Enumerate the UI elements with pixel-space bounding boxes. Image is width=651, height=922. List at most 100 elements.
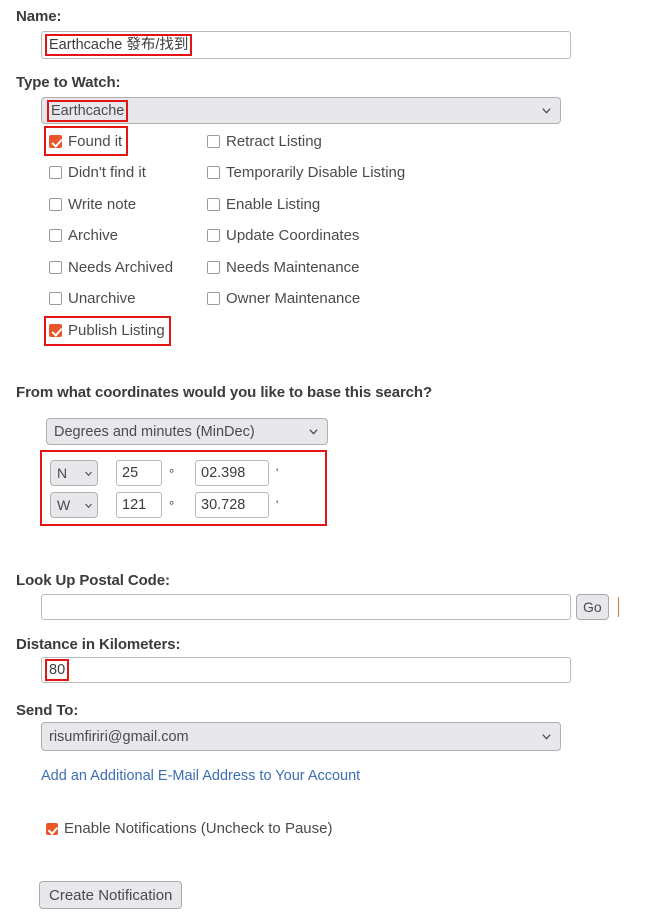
watch-option-row: Write note Enable Listing (0, 191, 651, 223)
checkbox-didnt-find-it[interactable]: Didn't find it (46, 160, 150, 186)
checkbox-enable-notifications-box[interactable] (46, 822, 58, 835)
coordinates-heading: From what coordinates would you like to … (16, 384, 433, 401)
send-to-select[interactable]: risumfiriri@gmail.com (41, 722, 561, 751)
create-notification-form: Name: Earthcache 發布/找到 Type to Watch: Ea… (0, 0, 651, 922)
checkbox-archive[interactable]: Archive (46, 223, 122, 249)
checkbox-update-coordinates[interactable]: Update Coordinates (204, 223, 363, 249)
chevron-down-icon (84, 501, 93, 510)
name-input-value: Earthcache 發布/找到 (45, 34, 193, 56)
watch-option-row: Didn't find it Temporarily Disable Listi… (0, 160, 651, 192)
longitude-minutes-value: 30.728 (201, 497, 246, 513)
checkbox-unarchive-label: Unarchive (68, 290, 136, 308)
distance-label: Distance in Kilometers: (16, 636, 181, 653)
checkbox-needs-maintenance[interactable]: Needs Maintenance (204, 254, 363, 280)
latitude-degrees-input[interactable]: 25 (116, 460, 162, 486)
checkbox-found-it[interactable]: Found it (43, 126, 129, 156)
minute-symbol: ' (276, 466, 279, 480)
chevron-down-icon (541, 105, 552, 116)
checkbox-retract-listing[interactable]: Retract Listing (204, 128, 326, 154)
name-label: Name: (16, 8, 62, 25)
checkbox-temporarily-disable-listing-label: Temporarily Disable Listing (226, 164, 406, 182)
checkbox-owner-maintenance-label: Owner Maintenance (226, 290, 361, 308)
name-input[interactable]: Earthcache 發布/找到 (41, 31, 571, 59)
checkbox-owner-maintenance[interactable]: Owner Maintenance (204, 286, 364, 312)
checkbox-archive-box[interactable] (49, 229, 62, 243)
checkbox-write-note[interactable]: Write note (46, 191, 140, 217)
checkbox-found-it-box[interactable] (49, 134, 62, 148)
checkbox-publish-listing-label: Publish Listing (68, 322, 165, 340)
latitude-direction-select[interactable]: N (50, 460, 98, 486)
postal-code-input[interactable] (41, 594, 571, 620)
longitude-direction-value: W (57, 497, 71, 513)
distance-value: 80 (45, 659, 70, 681)
checkbox-needs-archived[interactable]: Needs Archived (46, 254, 177, 280)
longitude-row: W 121 ° 30.728 ' (50, 489, 325, 521)
checkbox-temporarily-disable-listing-box[interactable] (207, 166, 220, 180)
watch-option-row: Archive Update Coordinates (0, 223, 651, 255)
checkbox-needs-maintenance-label: Needs Maintenance (226, 258, 360, 276)
checkbox-enable-notifications-label: Enable Notifications (Uncheck to Pause) (64, 820, 333, 837)
checkbox-didnt-find-it-label: Didn't find it (68, 164, 146, 182)
latitude-direction-value: N (57, 465, 68, 481)
checkbox-retract-listing-box[interactable] (207, 134, 220, 148)
add-additional-email-link[interactable]: Add an Additional E-Mail Address to Your… (41, 768, 360, 784)
longitude-minutes-input[interactable]: 30.728 (195, 492, 269, 518)
latitude-row: N 25 ° 02.398 ' (50, 457, 325, 489)
coordinate-entry-group: N 25 ° 02.398 ' W 121 ° 30.728 ' (40, 450, 327, 526)
checkbox-didnt-find-it-box[interactable] (49, 166, 62, 180)
degree-symbol: ° (169, 497, 175, 513)
postal-go-button[interactable]: Go (576, 594, 609, 620)
checkbox-write-note-box[interactable] (49, 197, 62, 211)
type-to-watch-select[interactable]: Earthcache (41, 97, 561, 124)
postal-code-label: Look Up Postal Code: (16, 572, 170, 589)
watch-options-grid: Found it Retract Listing Didn't find it … (0, 126, 651, 350)
watch-option-row: Found it Retract Listing (0, 126, 651, 160)
checkbox-unarchive-box[interactable] (49, 292, 62, 306)
degree-symbol: ° (169, 465, 175, 481)
watch-option-row: Needs Archived Needs Maintenance (0, 254, 651, 286)
checkbox-enable-notifications[interactable]: Enable Notifications (Uncheck to Pause) (46, 820, 332, 837)
minute-symbol: ' (276, 498, 279, 512)
latitude-degrees-value: 25 (122, 465, 139, 481)
checkbox-publish-listing[interactable]: Publish Listing (44, 315, 171, 346)
distance-input[interactable]: 80 (41, 657, 571, 683)
checkbox-needs-archived-label: Needs Archived (68, 258, 174, 276)
coordinate-format-value: Degrees and minutes (MinDec) (54, 423, 255, 440)
type-to-watch-section: Type to Watch: Earthcache (0, 74, 651, 124)
checkbox-update-coordinates-box[interactable] (207, 229, 220, 243)
longitude-degrees-input[interactable]: 121 (116, 492, 162, 518)
distance-section: 80 (0, 657, 571, 683)
chevron-down-icon (84, 469, 93, 478)
send-to-value: risumfiriri@gmail.com (49, 728, 189, 745)
checkbox-enable-listing[interactable]: Enable Listing (204, 191, 324, 217)
checkbox-needs-archived-box[interactable] (49, 260, 62, 274)
checkbox-enable-listing-box[interactable] (207, 197, 220, 211)
checkbox-temporarily-disable-listing[interactable]: Temporarily Disable Listing (204, 160, 409, 186)
checkbox-needs-maintenance-box[interactable] (207, 260, 220, 274)
checkbox-unarchive[interactable]: Unarchive (46, 286, 140, 312)
longitude-direction-select[interactable]: W (50, 492, 98, 518)
checkbox-write-note-label: Write note (68, 195, 137, 213)
checkbox-retract-listing-label: Retract Listing (226, 132, 322, 150)
latitude-minutes-value: 02.398 (201, 465, 246, 481)
watch-option-row: Publish Listing (0, 315, 651, 350)
checkbox-found-it-label: Found it (68, 132, 123, 150)
checkbox-publish-listing-box[interactable] (49, 324, 62, 338)
checkbox-update-coordinates-label: Update Coordinates (226, 227, 360, 245)
chevron-down-icon (308, 426, 319, 437)
coordinate-format-select[interactable]: Degrees and minutes (MinDec) (46, 418, 328, 445)
checkbox-archive-label: Archive (68, 227, 119, 245)
create-notification-button[interactable]: Create Notification (39, 881, 183, 909)
checkbox-owner-maintenance-box[interactable] (207, 292, 220, 306)
chevron-down-icon (541, 731, 552, 742)
type-to-watch-value: Earthcache (47, 99, 129, 122)
watch-option-row: Unarchive Owner Maintenance (0, 286, 651, 318)
send-to-label: Send To: (16, 702, 79, 719)
latitude-minutes-input[interactable]: 02.398 (195, 460, 269, 486)
name-section: Name: Earthcache 發布/找到 (0, 8, 651, 59)
postal-code-row: Go (0, 594, 619, 620)
type-to-watch-label: Type to Watch: (16, 74, 121, 91)
longitude-degrees-value: 121 (122, 497, 147, 513)
checkbox-enable-listing-label: Enable Listing (226, 195, 321, 213)
text-cursor (617, 597, 619, 617)
